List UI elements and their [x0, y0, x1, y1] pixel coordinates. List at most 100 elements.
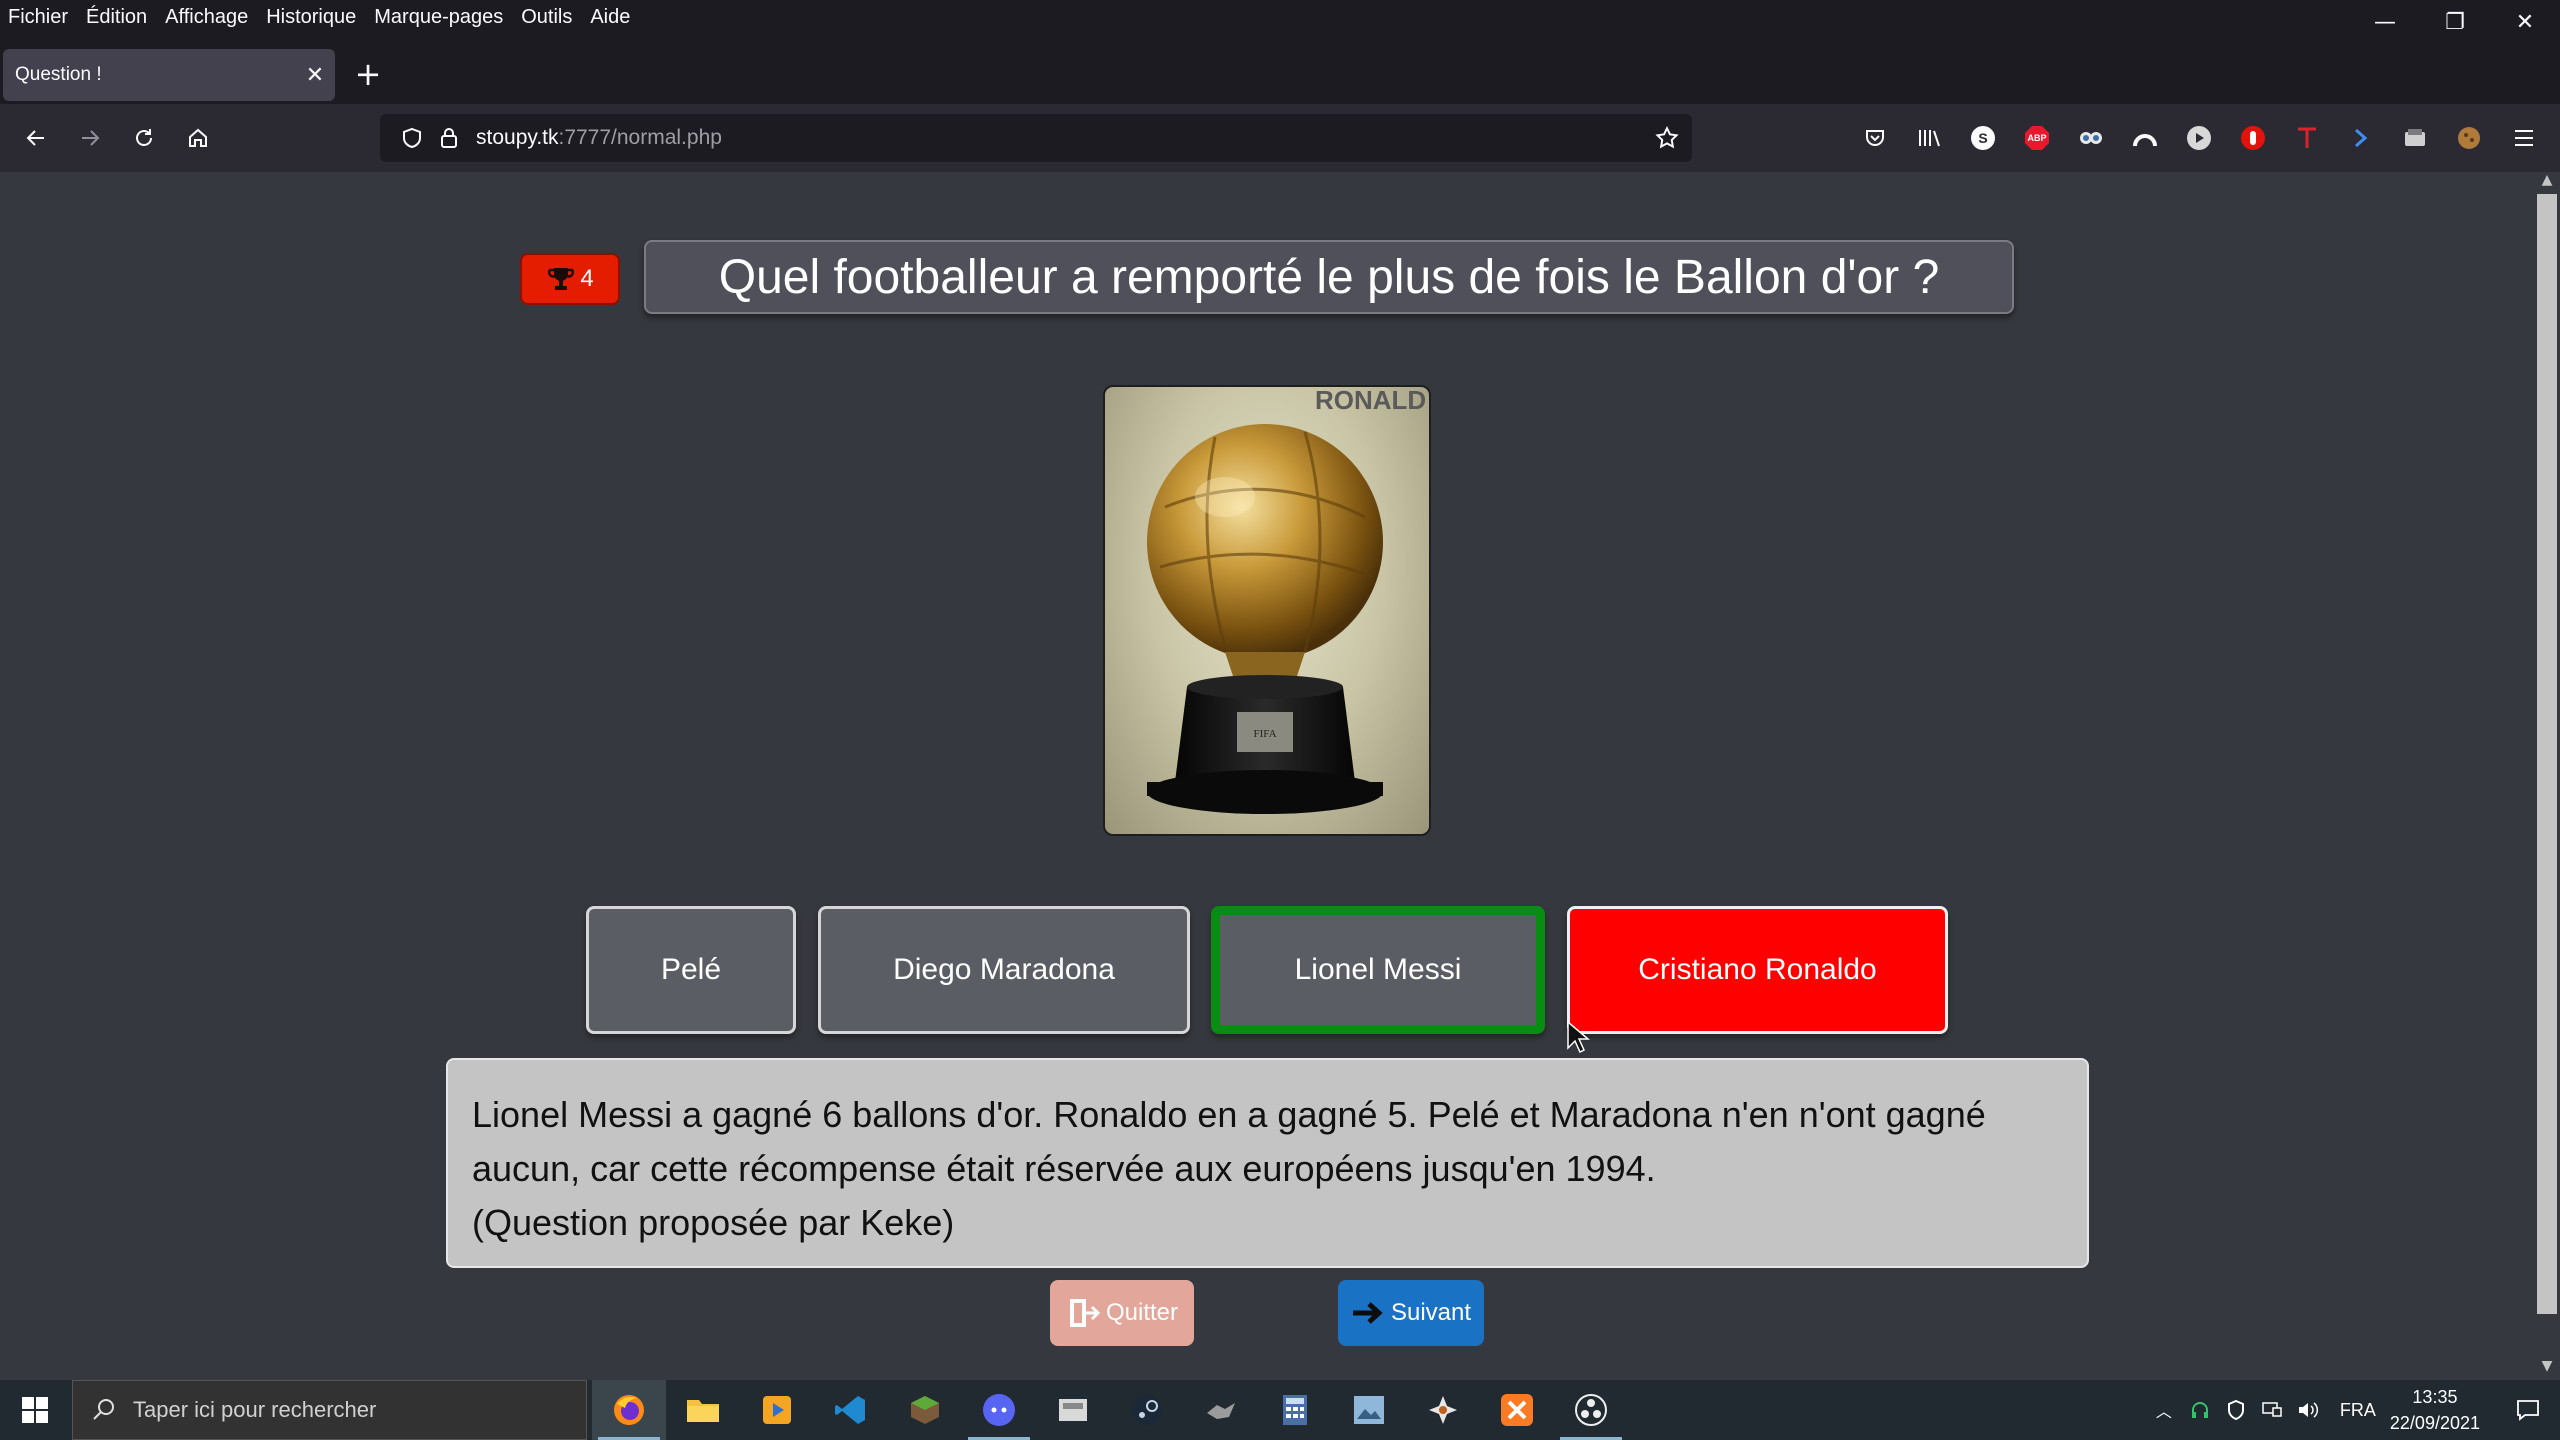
reload-button[interactable]	[124, 118, 164, 158]
shield-icon[interactable]	[400, 126, 424, 150]
tab-close-button[interactable]: ✕	[295, 55, 335, 95]
volume-icon[interactable]	[2290, 1380, 2326, 1440]
scroll-up-arrow-icon[interactable]: ▲	[2534, 172, 2560, 194]
ballon-dor-trophy-image: RONALD FIFA	[1103, 385, 1431, 836]
taskbar-obs[interactable]	[1554, 1380, 1628, 1440]
svg-text:FIFA: FIFA	[1253, 728, 1276, 740]
new-tab-button[interactable]: +	[348, 54, 388, 94]
question-text: Quel footballeur a remporté le plus de f…	[718, 250, 1940, 304]
next-button[interactable]: Suivant	[1338, 1280, 1484, 1346]
menu-bar: Fichier Édition Affichage Historique Mar…	[0, 0, 2560, 34]
answer-button-maradona[interactable]: Diego Maradona	[818, 906, 1190, 1034]
menu-fichier[interactable]: Fichier	[8, 6, 68, 29]
clock[interactable]: 13:35 22/09/2021	[2390, 1384, 2480, 1436]
extension-red-hand-icon[interactable]	[2235, 120, 2271, 156]
trophy-icon	[548, 268, 575, 290]
menu-edition[interactable]: Édition	[86, 6, 147, 29]
extension-screenshot-icon[interactable]	[2397, 120, 2433, 156]
menu-marque-pages[interactable]: Marque-pages	[374, 6, 503, 29]
bookmark-star-icon[interactable]	[1654, 125, 1680, 151]
taskbar-steam[interactable]	[1110, 1380, 1184, 1440]
url-host: stoupy.tk	[476, 126, 559, 149]
svg-text:S: S	[1978, 130, 1987, 146]
url-bar[interactable]: stoupy.tk:7777/normal.php	[380, 114, 1692, 162]
paint-app-icon	[1354, 1396, 1384, 1424]
image-banner-text: RONALD	[1315, 387, 1426, 415]
score-value: 4	[580, 265, 594, 292]
answer-button-ronaldo-wrong[interactable]: Cristiano Ronaldo	[1567, 906, 1948, 1034]
restore-button[interactable]: ❐	[2420, 0, 2490, 44]
network-icon[interactable]	[2254, 1380, 2290, 1440]
skype-icon[interactable]: S	[1965, 120, 2001, 156]
mouse-cursor-icon	[1567, 1020, 1590, 1054]
adblock-plus-icon[interactable]: ABP	[2019, 120, 2055, 156]
language-indicator[interactable]: FRA	[2340, 1400, 2376, 1421]
notifications-button[interactable]	[2496, 1380, 2560, 1440]
forward-arrow-icon	[82, 130, 100, 146]
answer-label: Diego Maradona	[893, 953, 1115, 986]
taskbar-file-explorer[interactable]	[666, 1380, 740, 1440]
menu-icon[interactable]	[2506, 120, 2542, 156]
answer-explanation: Lionel Messi a gagné 6 ballons d'or. Ron…	[446, 1058, 2089, 1268]
menu-aide[interactable]: Aide	[590, 6, 630, 29]
menu-historique[interactable]: Historique	[266, 6, 356, 29]
file-explorer-icon	[687, 1400, 719, 1422]
menu-outils[interactable]: Outils	[521, 6, 572, 29]
taskbar-calculator[interactable]	[1258, 1380, 1332, 1440]
xampp-icon	[1501, 1394, 1533, 1426]
answer-label: Cristiano Ronaldo	[1638, 953, 1877, 986]
home-button[interactable]	[178, 118, 218, 158]
taskbar-firefox[interactable]	[592, 1380, 666, 1440]
answer-label: Lionel Messi	[1294, 953, 1462, 986]
library-icon[interactable]	[1911, 120, 1947, 156]
search-icon	[93, 1399, 114, 1420]
notification-icon	[2517, 1400, 2539, 1421]
taskbar-game-app[interactable]	[1184, 1380, 1258, 1440]
tab-question[interactable]: Question ! ✕	[3, 49, 335, 101]
steam-icon	[1132, 1395, 1162, 1425]
reload-icon	[136, 129, 152, 146]
tray-chevron-up-icon[interactable]: ︿	[2146, 1380, 2182, 1440]
menu-affichage[interactable]: Affichage	[165, 6, 248, 29]
extension-arc-icon[interactable]	[2127, 120, 2163, 156]
taskbar-vscode[interactable]	[814, 1380, 888, 1440]
firefox-icon	[614, 1395, 644, 1425]
extension-arrow-icon[interactable]	[2343, 120, 2379, 156]
close-window-button[interactable]: ✕	[2490, 0, 2560, 44]
extension-eyes-icon[interactable]	[2073, 120, 2109, 156]
taskbar-puzzle-app[interactable]	[1406, 1380, 1480, 1440]
extension-cookie-icon[interactable]	[2451, 120, 2487, 156]
extension-play-icon[interactable]	[2181, 120, 2217, 156]
start-button[interactable]	[0, 1380, 70, 1440]
next-label: Suivant	[1390, 1299, 1472, 1326]
media-player-icon	[763, 1396, 791, 1424]
minimize-button[interactable]: —	[2350, 0, 2420, 44]
security-shield-icon[interactable]	[2218, 1380, 2254, 1440]
scrollbar-thumb[interactable]	[2537, 194, 2557, 1314]
lock-icon[interactable]	[438, 126, 460, 150]
taskbar-xampp[interactable]	[1480, 1380, 1554, 1440]
answer-button-pele[interactable]: Pelé	[586, 906, 796, 1034]
taskbar-paint-app[interactable]	[1332, 1380, 1406, 1440]
taskbar-search-input[interactable]: Taper ici pour rechercher	[72, 1380, 587, 1440]
windows-logo-icon	[22, 1397, 48, 1423]
back-button[interactable]	[16, 118, 56, 158]
quit-button[interactable]: Quitter	[1050, 1280, 1194, 1346]
taskbar-discord[interactable]	[962, 1380, 1036, 1440]
exit-door-icon	[1069, 1299, 1101, 1327]
extension-t-icon[interactable]	[2289, 120, 2325, 156]
home-icon	[189, 128, 207, 147]
forward-button[interactable]	[70, 118, 110, 158]
headset-icon[interactable]	[2182, 1380, 2218, 1440]
taskbar-cloud-app[interactable]	[1036, 1380, 1110, 1440]
clock-date: 22/09/2021	[2389, 1413, 2480, 1433]
taskbar-minecraft[interactable]	[888, 1380, 962, 1440]
vscode-icon	[835, 1396, 865, 1424]
answer-button-messi-correct[interactable]: Lionel Messi	[1211, 906, 1545, 1034]
pocket-icon[interactable]	[1857, 120, 1893, 156]
search-placeholder: Taper ici pour rechercher	[133, 1397, 377, 1422]
taskbar-media-player[interactable]	[740, 1380, 814, 1440]
scroll-down-arrow-icon[interactable]: ▼	[2534, 1358, 2560, 1380]
explanation-line: aucun, car cette récompense était réserv…	[472, 1148, 1656, 1189]
question-title: Quel footballeur a remporté le plus de f…	[644, 240, 2014, 314]
